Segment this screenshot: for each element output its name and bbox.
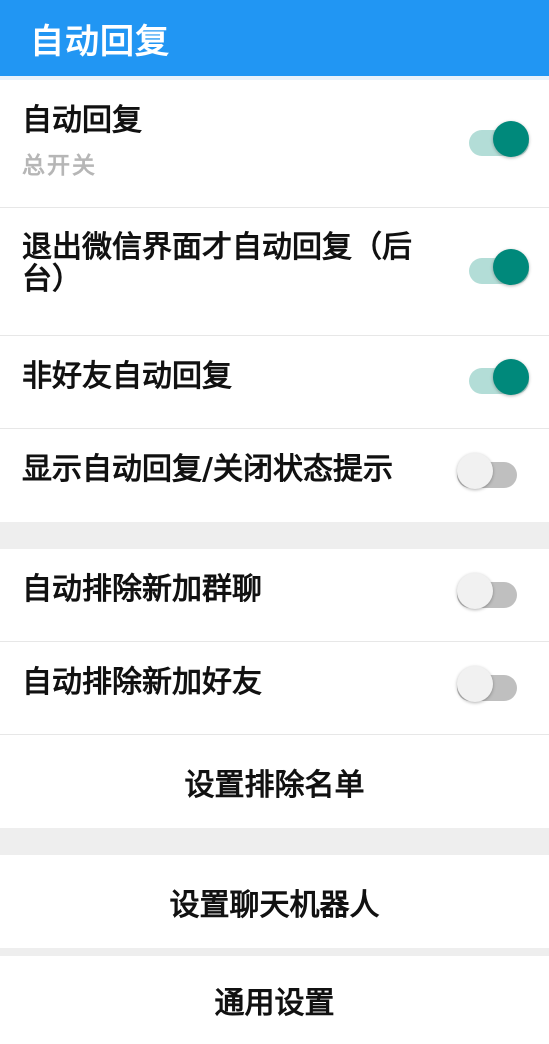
setting-title-non-friend-reply: 非好友自动回复 [22,359,232,394]
app-bar: 自动回复 [0,0,549,76]
setting-subtitle-auto-reply: 总开关 [22,153,97,180]
exclude-new-groups-toggle[interactable] [457,573,517,609]
setting-row-exclude-new-friends-text: 自动排除新加好友 [22,665,417,700]
setting-row-background-reply-text: 退出微信界面才自动回复（后台） [22,230,417,298]
non-friend-reply-toggle-thumb [493,359,529,395]
background-reply-toggle[interactable] [469,249,529,285]
setting-row-exclude-new-friends[interactable]: 自动排除新加好友 [0,642,549,735]
exclude-new-friends-toggle[interactable] [457,666,517,702]
setting-row-auto-reply[interactable]: 自动回复 总开关 [0,80,549,208]
general-settings-button[interactable]: 通用设置 [0,956,549,1044]
setting-title-status-tip: 显示自动回复/关闭状态提示 [22,452,393,487]
setting-title-exclude-new-friends: 自动排除新加好友 [22,665,262,700]
setting-title-auto-reply: 自动回复 [22,103,142,138]
setting-title-background-reply: 退出微信界面才自动回复（后台） [22,230,412,298]
app-title: 自动回复 [30,21,170,62]
exclude-new-friends-toggle-thumb [457,666,493,702]
general-settings-label: 通用设置 [214,986,335,1021]
setting-row-background-reply[interactable]: 退出微信界面才自动回复（后台） [0,208,549,336]
setting-row-non-friend-reply[interactable]: 非好友自动回复 [0,336,549,429]
chatbot-section: 设置聊天机器人 [0,855,549,948]
section-gap-1 [0,522,549,549]
auto-reply-toggle-thumb [493,121,529,157]
setting-row-auto-reply-text: 自动回复 总开关 [22,103,417,180]
section-gap-2 [0,828,549,855]
setting-row-status-tip-text: 显示自动回复/关闭状态提示 [22,452,417,487]
non-friend-reply-toggle[interactable] [469,359,529,395]
setting-row-non-friend-reply-text: 非好友自动回复 [22,359,417,394]
general-settings-section: 通用设置 [0,956,549,1044]
set-exclusion-list-button[interactable]: 设置排除名单 [0,735,549,828]
setting-row-exclude-new-groups-text: 自动排除新加群聊 [22,572,417,607]
app-root: 自动回复 自动回复 总开关 退出微信界面才自动回复（后台） 非好友自动回复 显示… [0,0,549,1044]
exclusion-section: 自动排除新加群聊 自动排除新加好友 设置排除名单 [0,549,549,828]
status-tip-toggle[interactable] [457,453,517,489]
setting-row-exclude-new-groups[interactable]: 自动排除新加群聊 [0,549,549,642]
setting-row-status-tip[interactable]: 显示自动回复/关闭状态提示 [0,429,549,522]
setting-title-exclude-new-groups: 自动排除新加群聊 [22,572,262,607]
status-tip-toggle-thumb [457,453,493,489]
exclude-new-groups-toggle-thumb [457,573,493,609]
set-exclusion-list-label: 设置排除名单 [184,767,365,803]
section-gap-3 [0,948,549,956]
set-chatbot-button[interactable]: 设置聊天机器人 [0,855,549,948]
auto-reply-toggle[interactable] [469,121,529,157]
background-reply-toggle-thumb [493,249,529,285]
set-chatbot-label: 设置聊天机器人 [169,887,380,923]
main-settings-section: 自动回复 总开关 退出微信界面才自动回复（后台） 非好友自动回复 显示自动回复/… [0,80,549,522]
